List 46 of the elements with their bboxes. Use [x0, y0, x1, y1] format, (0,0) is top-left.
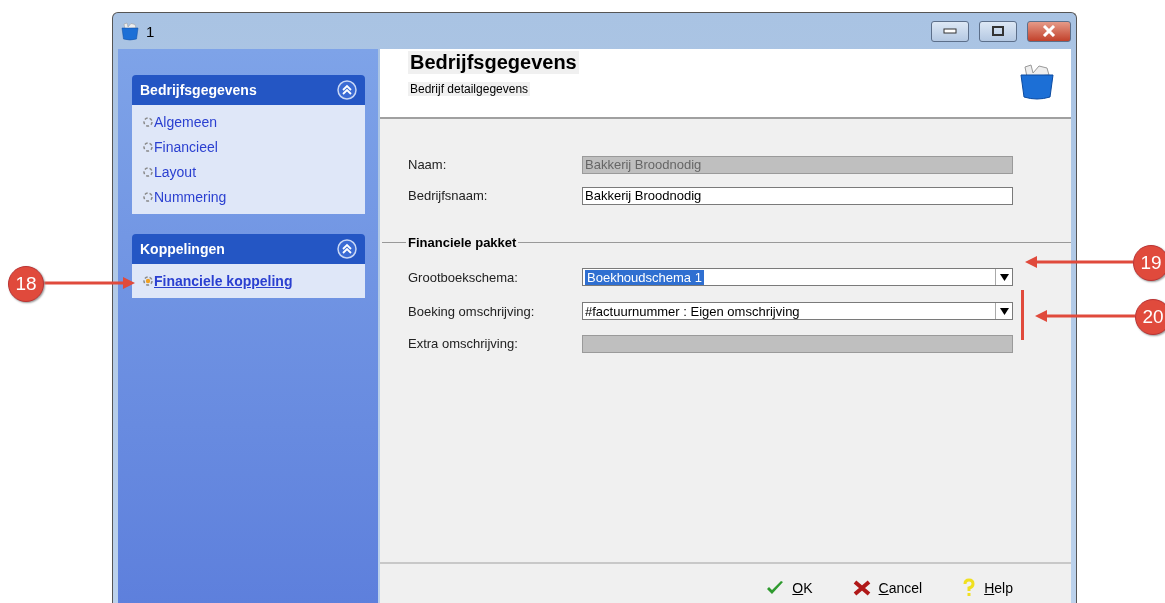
ok-button[interactable]: OK: [764, 578, 815, 598]
close-button[interactable]: [1027, 20, 1071, 42]
page-subtitle: Bedrijf detailgegevens: [408, 82, 531, 96]
dropdown-arrow-icon[interactable]: [999, 273, 1009, 281]
question-icon: [962, 578, 977, 598]
minimize-button[interactable]: [931, 20, 969, 42]
field-label: Bedrijfsnaam:: [408, 188, 489, 203]
field-label: Extra omschrijving:: [408, 336, 519, 351]
page-title: Bedrijfsgegevens: [408, 51, 579, 74]
collapse-icon[interactable]: [337, 239, 357, 259]
bullet-icon: [142, 191, 154, 203]
maximize-icon: [992, 26, 1004, 36]
collapse-icon[interactable]: [337, 80, 357, 100]
field-label: Naam:: [408, 157, 448, 172]
callout-number: 19: [1133, 245, 1165, 281]
field-label: Boeking omschrijving:: [408, 303, 536, 319]
window-title: 1: [146, 22, 156, 40]
maximize-button[interactable]: [979, 20, 1017, 42]
dropdown-field[interactable]: #factuurnummer : Eigen omschrijving: [582, 302, 1013, 320]
bullet-icon: [142, 116, 154, 128]
bullet-icon: [142, 275, 154, 287]
callout-number: 18: [8, 266, 44, 302]
dropdown-arrow-icon[interactable]: [999, 307, 1009, 315]
sidebar-link[interactable]: Financieel: [154, 139, 218, 155]
sidebar-link[interactable]: Nummering: [154, 189, 227, 205]
field-label: Grootboekschema:: [408, 269, 519, 285]
sidebar-link[interactable]: Layout: [154, 164, 197, 180]
sidebar-link[interactable]: Algemeen: [154, 114, 218, 130]
group-header[interactable]: Koppelingen: [132, 234, 365, 264]
group-header[interactable]: Bedrijfsgegevens: [132, 75, 365, 105]
section-title: Financiele pakket: [407, 235, 518, 250]
app-icon: [120, 21, 140, 41]
callout-number: 20: [1135, 299, 1165, 335]
help-button[interactable]: Help: [960, 576, 1015, 600]
cancel-button[interactable]: Cancel: [850, 578, 925, 598]
bullet-icon: [142, 141, 154, 153]
cross-icon: [852, 580, 871, 596]
dropdown-field[interactable]: Boekhoudschema 1: [582, 268, 1013, 286]
sidebar-link[interactable]: Financiele koppeling: [154, 273, 293, 289]
bullet-icon: [142, 166, 154, 178]
close-icon: [1042, 25, 1056, 37]
minimize-icon: [943, 28, 957, 34]
callout-bracket: [1021, 290, 1024, 340]
check-icon: [766, 580, 785, 596]
input-field[interactable]: Bakkerij Broodnodig: [582, 186, 1013, 205]
basket-icon: [1017, 61, 1057, 101]
